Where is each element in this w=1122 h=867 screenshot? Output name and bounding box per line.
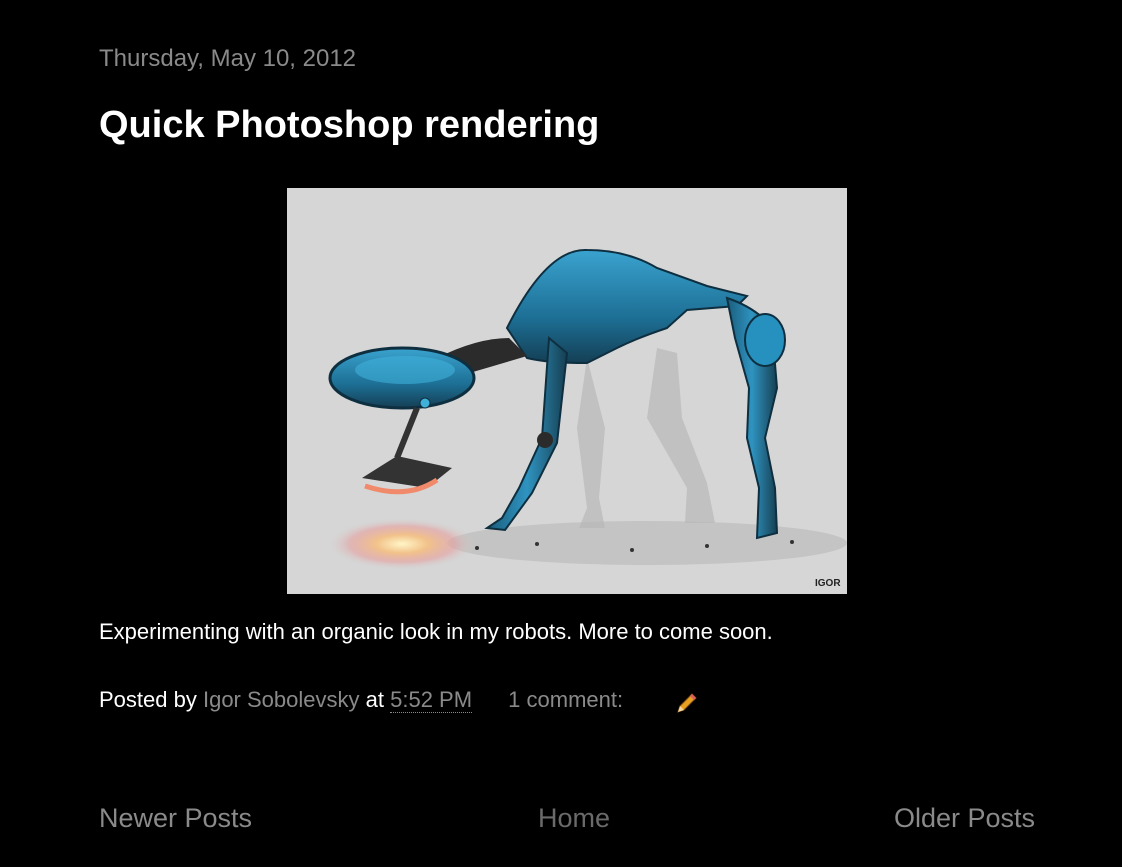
post-timestamp-link[interactable]: 5:52 PM (390, 687, 473, 713)
robot-illustration: IGOR (287, 188, 847, 594)
post-image[interactable]: IGOR (287, 188, 847, 594)
post-body: Experimenting with an organic look in my… (99, 619, 773, 644)
author-link[interactable]: Igor Sobolevsky (203, 687, 360, 712)
posted-by-label: Posted by (99, 687, 197, 712)
older-posts-link[interactable]: Older Posts (894, 803, 1035, 834)
comments-link[interactable]: 1 comment: (508, 687, 623, 712)
artist-signature: IGOR (815, 578, 841, 589)
post-footer: Posted by Igor Sobolevsky at 5:52 PM 1 c… (99, 687, 623, 713)
post-date: Thursday, May 10, 2012 (99, 45, 357, 72)
newer-posts-link[interactable]: Newer Posts (99, 803, 252, 834)
home-link[interactable]: Home (538, 803, 610, 834)
at-label: at (365, 687, 384, 712)
pencil-icon[interactable] (674, 690, 700, 716)
post-title[interactable]: Quick Photoshop rendering (99, 104, 599, 147)
